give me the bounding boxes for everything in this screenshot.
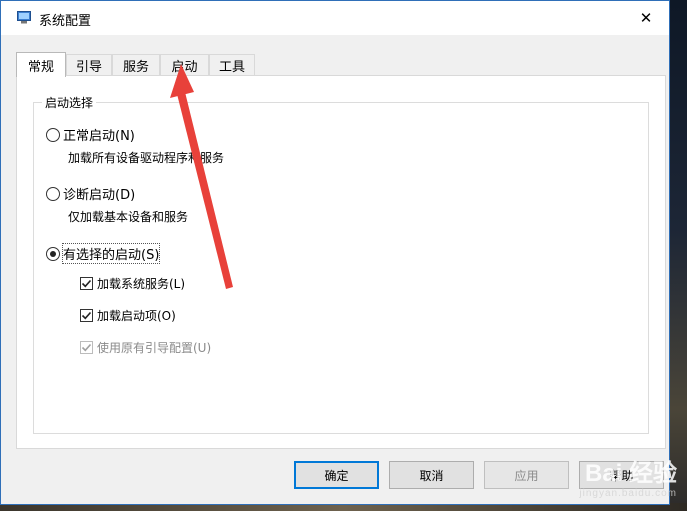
diagnostic-startup-description: 仅加载基本设备和服务 [68,210,189,224]
load-system-services-label: 加载系统服务(L) [97,277,186,291]
title-bar[interactable]: 系统配置 ✕ [1,1,669,35]
cancel-button[interactable]: 取消 [389,461,474,489]
startup-selection-group: 启动选择 正常启动(N) 加载所有设备驱动程序和服务 诊断启动(D) 仅加载基本… [33,94,649,434]
tab-services-label: 服务 [122,60,149,75]
startup-selection-label: 启动选择 [42,94,97,111]
checkbox-checked-icon [80,277,93,290]
system-configuration-window: 系统配置 ✕ 常规 引导 服务 启动 工具 启动选择 正常启动(N) 加载所有设… [0,0,670,505]
normal-startup-description: 加载所有设备驱动程序和服务 [68,151,225,165]
close-icon: ✕ [639,9,653,27]
tab-general-label: 常规 [27,59,54,75]
use-original-boot-config-checkbox: 使用原有引导配置(U) [80,339,211,356]
tab-tools-label: 工具 [218,60,245,75]
diagnostic-startup-label: 诊断启动(D) [63,188,136,203]
tab-boot[interactable]: 引导 [66,54,112,76]
desktop-background [667,0,687,511]
radio-checked-icon [46,246,60,261]
close-button[interactable]: ✕ [623,1,669,35]
normal-startup-label: 正常启动(N) [63,129,135,144]
radio-unchecked-icon [46,186,60,201]
checkbox-checked-icon [80,309,93,322]
radio-unchecked-icon [46,127,60,142]
msconfig-app-icon [17,11,31,24]
normal-startup-radio[interactable]: 正常启动(N) [46,125,135,144]
general-tab-panel: 启动选择 正常启动(N) 加载所有设备驱动程序和服务 诊断启动(D) 仅加载基本… [16,75,666,449]
tab-general[interactable]: 常规 [16,52,66,77]
load-startup-items-checkbox[interactable]: 加载启动项(O) [80,307,176,324]
window-title: 系统配置 [39,14,92,29]
apply-button: 应用 [484,461,569,489]
selective-startup-label: 有选择的启动(S) [61,243,161,264]
diagnostic-startup-radio[interactable]: 诊断启动(D) [46,184,135,203]
load-system-services-checkbox[interactable]: 加载系统服务(L) [80,275,185,292]
checkbox-checked-disabled-icon [80,341,93,354]
load-startup-items-label: 加载启动项(O) [97,309,176,323]
tab-startup[interactable]: 启动 [160,54,209,76]
use-original-boot-config-label: 使用原有引导配置(U) [97,341,212,355]
tab-startup-label: 启动 [171,60,198,75]
ok-button[interactable]: 确定 [294,461,379,489]
tab-services[interactable]: 服务 [112,54,160,76]
tab-boot-label: 引导 [75,60,102,75]
tab-tools[interactable]: 工具 [209,54,255,76]
watermark-sub: jingyan.baidu.com [579,488,677,499]
baidu-watermark: Bai 经验 jingyan.baidu.com [579,453,677,499]
watermark-main: Bai 经验 [584,460,677,487]
selective-startup-radio[interactable]: 有选择的启动(S) [46,243,161,264]
